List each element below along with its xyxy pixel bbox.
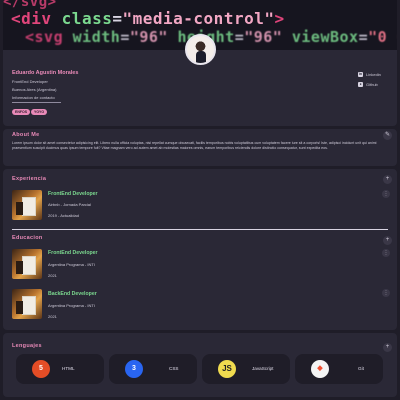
linkedin-link[interactable]: in Linkedin: [358, 72, 381, 77]
banner-code-eq: =: [234, 28, 245, 46]
education-title-text: BackEnd Developer: [48, 291, 97, 297]
about-card: About Me ✎ Lorem ipsum dolor sit amet co…: [3, 129, 397, 166]
banner-code-attr: viewBox: [282, 28, 359, 46]
profile-badge[interactable]: ENFOS: [12, 109, 31, 115]
banner-code-tag: <div: [11, 9, 62, 28]
profile-badge[interactable]: YOYO: [31, 109, 48, 115]
profile-avatar[interactable]: [185, 34, 216, 65]
education-menu-button[interactable]: ⋮: [382, 289, 390, 297]
contact-info-link[interactable]: Informacion de contacto: [12, 95, 55, 100]
experience-title: Experiencia: [12, 176, 47, 182]
github-link[interactable]: ● Github: [358, 82, 378, 87]
education-title: Educacion: [12, 235, 43, 241]
skill-name: CSS: [169, 366, 179, 371]
education-date: 2021: [48, 314, 57, 319]
skill-card-git[interactable]: ◆ Git: [295, 354, 383, 384]
experience-menu-button[interactable]: ⋮: [382, 190, 390, 198]
portfolio-page: </svg> <div class="media-control"> <svg …: [0, 0, 400, 400]
linkedin-icon: in: [358, 72, 363, 77]
profile-role: FrontEnd Developer: [12, 79, 48, 84]
section-divider: [12, 229, 388, 230]
banner-code-tag: <svg: [25, 28, 73, 46]
banner-code-tag: >: [274, 9, 285, 28]
education-logo: [12, 289, 42, 319]
experience-date: 2019 - Actualidad: [48, 213, 79, 218]
profile-name: Eduardo Agustin Morales: [12, 70, 79, 76]
about-text: Lorem ipsum dolor sit amet consectetur a…: [12, 141, 377, 150]
education-title-text: FrontEnd Developer: [48, 250, 98, 256]
education-org: Argentina Programa - INTI: [48, 262, 95, 267]
experience-title-text: FrontEnd Developer: [48, 191, 98, 197]
skill-card-html[interactable]: 5 HTML: [16, 354, 104, 384]
github-label: Github: [366, 82, 378, 87]
education-org: Argentina Programa - INTI: [48, 303, 95, 308]
banner-code-line: <div class="media-control">: [11, 9, 285, 28]
add-language-button[interactable]: +: [383, 343, 392, 352]
javascript-icon: JS: [218, 360, 236, 378]
profile-location: Buenos Aires (Argentina): [12, 87, 57, 92]
experience-card: Experiencia + FrontEnd Developer Airbnb …: [3, 169, 397, 226]
skill-name: HTML: [62, 366, 75, 371]
banner-code-eq: =: [112, 9, 123, 28]
skill-card-javascript[interactable]: JS JavaScript: [202, 354, 290, 384]
banner-code-eq: =: [358, 28, 369, 46]
banner-code-value: "96": [129, 28, 168, 46]
css3-icon: 3: [125, 360, 143, 378]
git-icon: ◆: [311, 360, 329, 378]
experience-logo: [12, 190, 42, 220]
add-education-button[interactable]: +: [383, 236, 392, 245]
banner-code-attr: width: [72, 28, 121, 46]
experience-org: Airbnb - Jornada Parcial: [48, 202, 91, 207]
banner-code-value: "0 0 96 96": [368, 28, 397, 46]
banner-code-eq: =: [120, 28, 130, 46]
education-menu-button[interactable]: ⋮: [382, 249, 390, 257]
banner-code-value: "96": [244, 28, 283, 46]
about-title: About Me: [12, 132, 40, 138]
skill-card-css[interactable]: 3 CSS: [109, 354, 197, 384]
banner-code-attr: class: [61, 9, 113, 28]
github-icon: ●: [358, 82, 363, 87]
skill-name: JavaScript: [252, 366, 274, 371]
education-card: Educacion + FrontEnd Developer Argentina…: [3, 226, 397, 330]
banner-code-value: "media-control": [122, 9, 275, 28]
add-experience-button[interactable]: +: [383, 175, 392, 184]
education-logo: [12, 249, 42, 279]
languages-title: Lenguajes: [12, 343, 42, 349]
edit-about-button[interactable]: ✎: [383, 131, 392, 140]
html5-icon: 5: [32, 360, 50, 378]
education-date: 2021: [48, 273, 57, 278]
skill-name: Git: [358, 366, 364, 371]
profile-divider: [12, 102, 61, 103]
linkedin-label: Linkedin: [366, 72, 381, 77]
